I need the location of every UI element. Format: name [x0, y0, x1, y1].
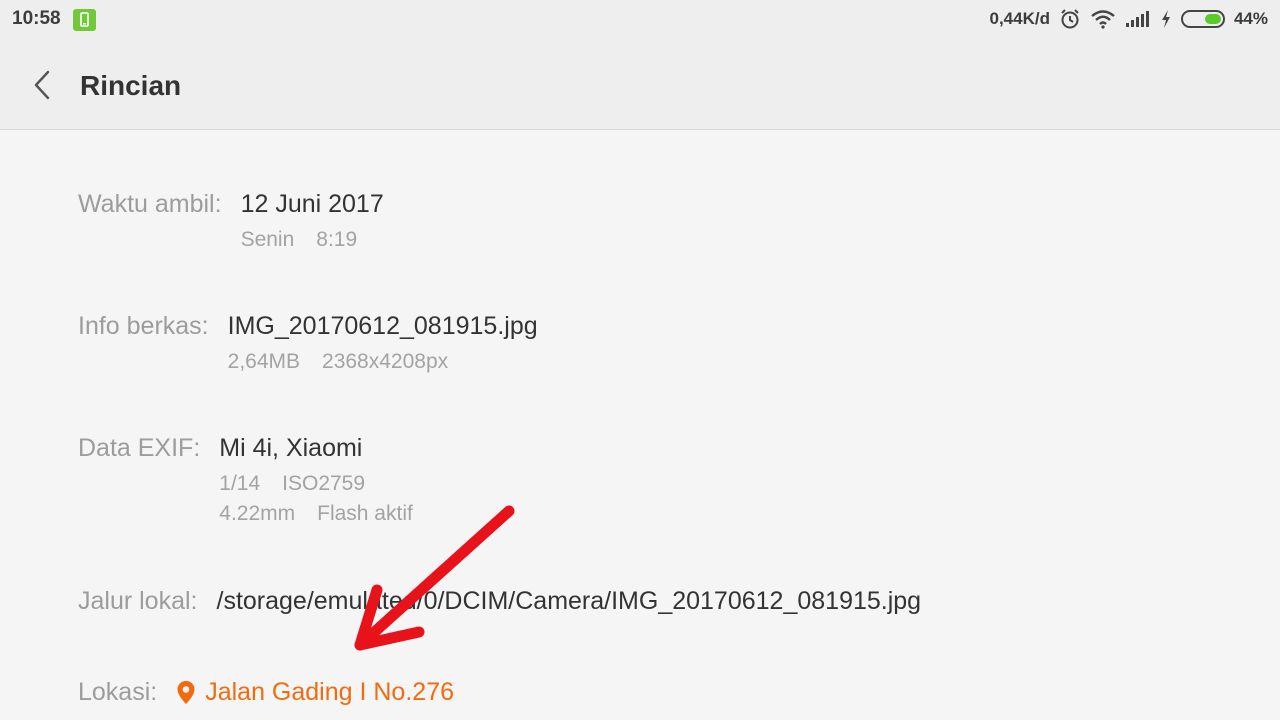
taken-time: 8:19 [316, 228, 358, 251]
exif-label: Data EXIF: [78, 434, 201, 462]
detail-row-file: Info berkas: IMG_20170612_081915.jpg 2,6… [78, 312, 538, 374]
net-speed: 0,44K/d [989, 9, 1050, 28]
location-pin-icon [177, 680, 195, 704]
exif-focal: 4.22mm [219, 502, 296, 525]
file-value: IMG_20170612_081915.jpg 2,64MB 2368x4208p… [228, 312, 538, 374]
file-label: Info berkas: [78, 312, 209, 340]
taken-label: Waktu ambil: [78, 190, 222, 218]
exif-device: Mi 4i, Xiaomi [219, 434, 363, 462]
battery-level [1204, 14, 1221, 24]
detail-row-path: Jalur lokal: /storage/emulated/0/DCIM/Ca… [78, 587, 921, 616]
taken-day: Senin [240, 228, 295, 251]
path-label: Jalur lokal: [78, 587, 198, 615]
wifi-icon [1090, 9, 1116, 29]
path-value: /storage/emulated/0/DCIM/Camera/IMG_2017… [216, 587, 922, 615]
signal-icon [1125, 10, 1151, 28]
detail-row-location: Lokasi: Jalan Gading I No.276 [78, 678, 454, 707]
location-label: Lokasi: [78, 678, 158, 706]
location-value: Jalan Gading I No.276 [205, 678, 454, 706]
battery-percent: 44% [1233, 9, 1268, 28]
status-bar: 10:58 0,44K/d 44% [0, 0, 1280, 40]
status-indicators: 0,44K/d 44% [989, 8, 1268, 30]
location-link[interactable]: Jalan Gading I No.276 [176, 678, 454, 707]
file-size: 2,64MB [227, 350, 301, 373]
chevron-left-icon [34, 70, 50, 100]
exif-iso: ISO2759 [282, 472, 366, 495]
alarm-icon [1059, 8, 1081, 30]
page-title: Rincian [80, 70, 182, 101]
phone-icon [73, 9, 96, 31]
status-time: 10:58 [12, 8, 61, 29]
exif-lens: 4.22mm Flash aktif [219, 502, 413, 526]
taken-date: 12 Juni 2017 [240, 190, 384, 218]
file-name: IMG_20170612_081915.jpg [227, 312, 538, 340]
exif-flash: Flash aktif [317, 502, 413, 525]
file-resolution: 2368x4208px [322, 350, 449, 373]
app-bar: Rincian [0, 40, 1280, 130]
annotation-arrow-shaft [354, 505, 515, 651]
detail-row-exif: Data EXIF: Mi 4i, Xiaomi 1/14 ISO2759 4.2… [78, 434, 413, 526]
file-subinfo: 2,64MB 2368x4208px [228, 350, 538, 374]
charging-icon [1160, 9, 1172, 29]
back-button[interactable] [22, 64, 62, 106]
battery-icon [1180, 10, 1225, 28]
exif-shutter: 1/14 [219, 472, 261, 495]
path-value-block: /storage/emulated/0/DCIM/Camera/IMG_2017… [217, 587, 922, 616]
detail-row-taken: Waktu ambil: 12 Juni 2017 Senin 8:19 [78, 190, 384, 252]
taken-value: 12 Juni 2017 Senin 8:19 [241, 190, 384, 252]
exif-exposure: 1/14 ISO2759 [219, 472, 413, 496]
exif-value: Mi 4i, Xiaomi 1/14 ISO2759 4.22mm Flash ak… [219, 434, 413, 526]
taken-subinfo: Senin 8:19 [241, 228, 384, 252]
